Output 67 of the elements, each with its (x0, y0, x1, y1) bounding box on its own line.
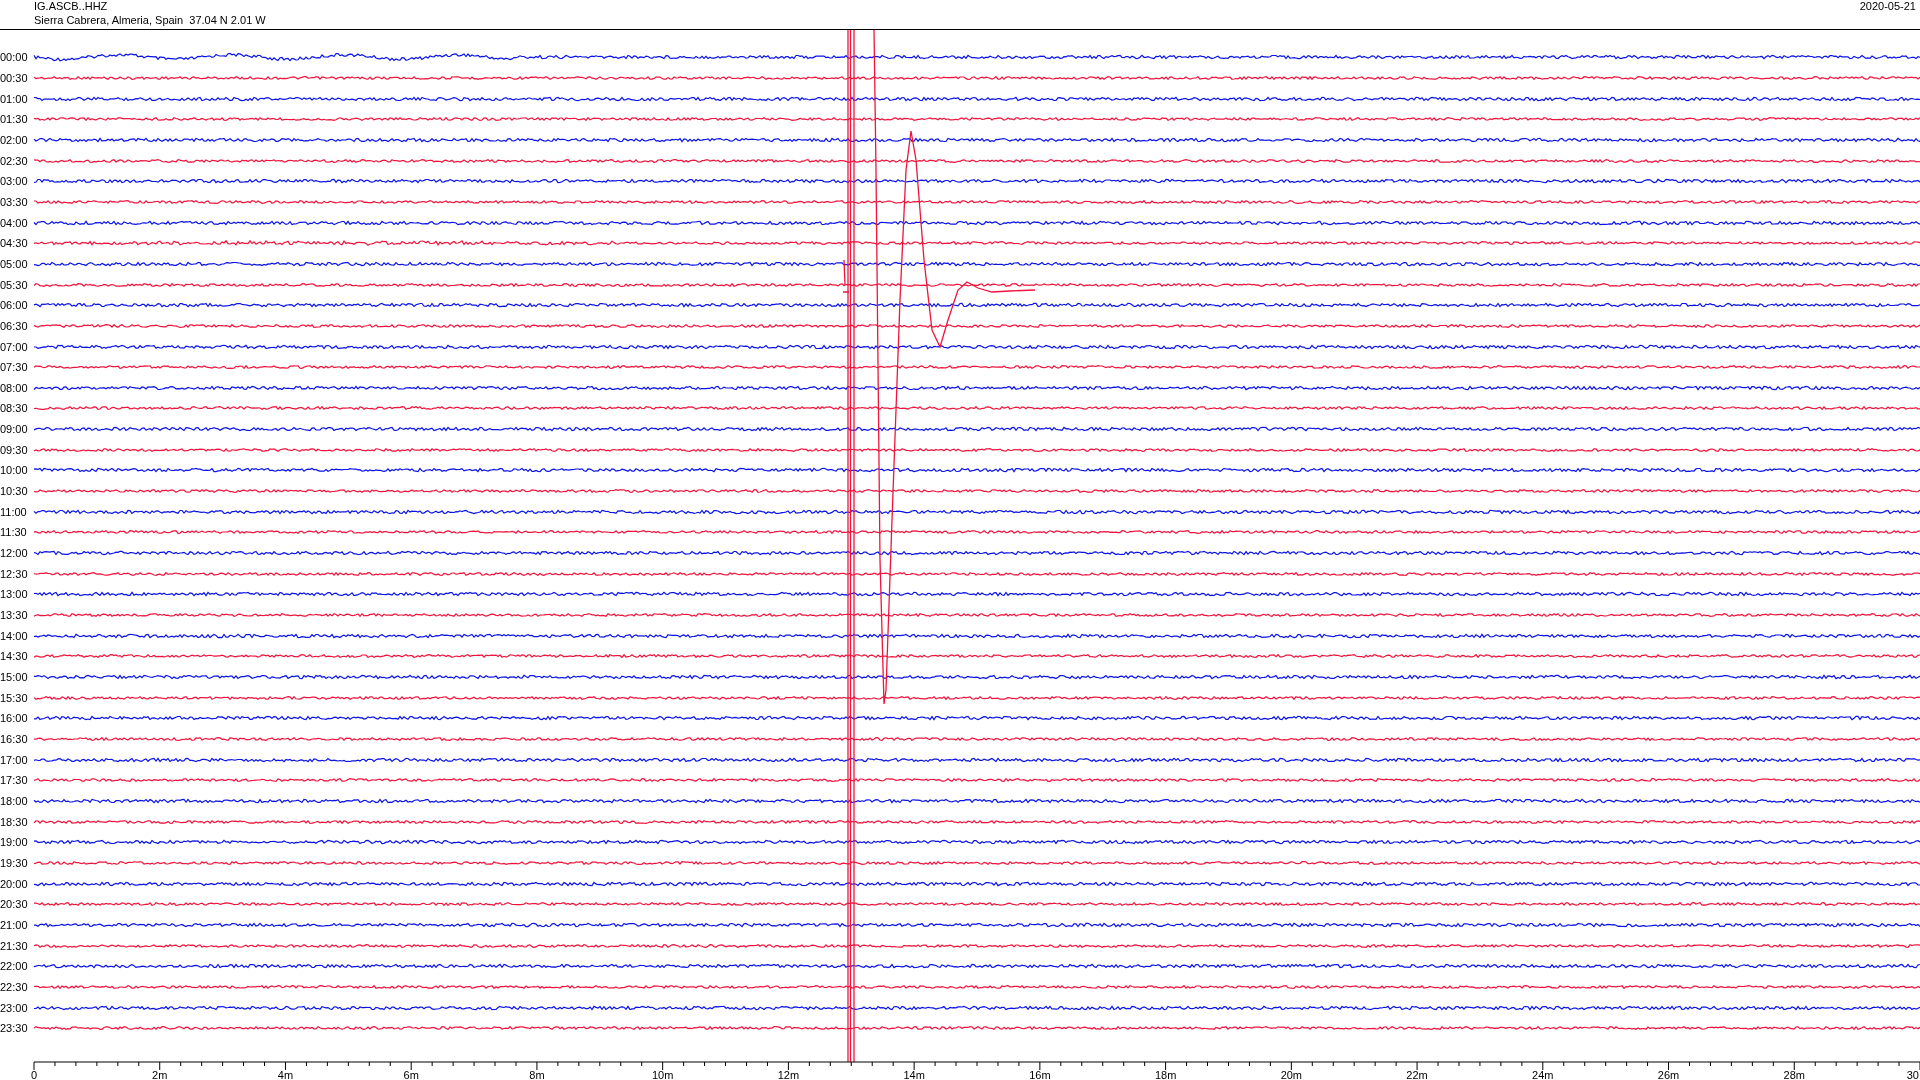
time-label: 10:30 (0, 485, 29, 498)
time-label: 19:30 (0, 856, 29, 869)
time-label: 14:30 (0, 650, 29, 663)
time-label: 03:00 (0, 175, 29, 188)
axis-tick-label: 22m (1406, 1069, 1428, 1080)
time-label: 05:00 (0, 257, 29, 270)
time-label: 09:30 (0, 443, 29, 456)
time-label: 17:00 (0, 753, 29, 766)
time-label: 12:30 (0, 567, 29, 580)
axis-tick-label: 8m (529, 1069, 545, 1080)
time-label: 12:00 (0, 547, 29, 560)
axis-tick-label: 28m (1783, 1069, 1805, 1080)
axis-tick-label: 2m (152, 1069, 168, 1080)
time-label: 11:00 (0, 505, 28, 518)
time-label: 13:30 (0, 609, 29, 622)
axis-tick-label: 24m (1532, 1069, 1554, 1080)
time-label: 00:00 (0, 51, 29, 64)
time-label: 08:00 (0, 381, 29, 394)
time-label: 06:30 (0, 319, 29, 332)
time-label: 19:00 (0, 836, 29, 849)
time-label: 04:30 (0, 237, 29, 250)
time-label: 15:00 (0, 671, 29, 683)
time-label: 20:00 (0, 877, 29, 890)
time-label: 18:00 (0, 794, 29, 807)
time-label: 06:00 (0, 299, 29, 312)
time-label: 00:30 (0, 72, 29, 84)
time-label: 05:30 (0, 278, 29, 291)
axis-tick-label: 18m (1154, 1069, 1177, 1080)
axis-tick-label: 0 (30, 1069, 38, 1080)
time-label: 21:30 (0, 939, 29, 952)
time-label: 16:30 (0, 733, 29, 745)
time-label: 08:30 (0, 402, 29, 415)
time-label: 13:00 (0, 588, 29, 601)
time-label: 04:00 (0, 216, 29, 229)
time-label: 21:00 (0, 918, 29, 931)
plot-date: 2020-05-21 (1859, 0, 1916, 14)
axis-tick-label: 26m (1657, 1069, 1680, 1080)
time-label: 16:00 (0, 712, 29, 725)
time-label: 01:30 (0, 113, 29, 126)
time-label: 23:30 (0, 1022, 29, 1035)
time-label: 09:00 (0, 423, 29, 436)
axis-tick-label: 16m (1029, 1069, 1051, 1080)
time-label: 02:00 (0, 133, 29, 146)
time-label: 10:00 (0, 464, 29, 477)
station-location: Sierra Cabrera, Almeria, Spain 37.04 N 2.01 W (34, 14, 266, 27)
time-label: 01:00 (0, 92, 29, 105)
time-label: 14:00 (0, 629, 29, 642)
time-label: 20:30 (0, 898, 29, 911)
station-code: IG.ASCB..HHZ (34, 0, 109, 13)
time-label: 22:30 (0, 980, 29, 993)
axis-tick-label: 30 (1906, 1069, 1919, 1080)
time-label: 02:30 (0, 154, 29, 167)
axis-tick-label: 20m (1280, 1069, 1303, 1080)
axis-tick-label: 12m (777, 1069, 800, 1080)
time-label: 23:00 (0, 1001, 29, 1014)
time-label: 22:00 (0, 960, 29, 973)
axis-tick-label: 14m (903, 1069, 925, 1080)
time-label: 07:30 (0, 361, 29, 374)
time-label: 17:30 (0, 774, 29, 787)
axis-tick-label: 10m (651, 1069, 674, 1080)
time-label: 07:00 (0, 340, 29, 353)
time-label: 18:30 (0, 815, 29, 828)
time-label: 11:30 (0, 526, 28, 539)
time-label: 15:30 (0, 691, 29, 704)
time-label: 03:30 (0, 195, 29, 208)
axis-tick-label: 6m (403, 1069, 419, 1080)
axis-tick-label: 4m (277, 1069, 294, 1080)
